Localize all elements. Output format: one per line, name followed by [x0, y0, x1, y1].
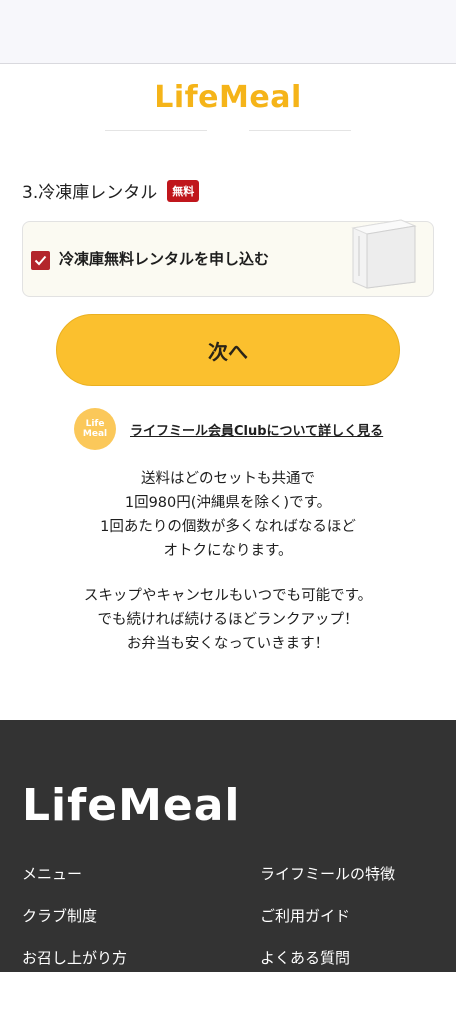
footer-link-club[interactable]: クラブ制度	[22, 905, 97, 926]
info-line: 送料はどのセットも共通で	[141, 471, 315, 487]
info-line: でも続ければ続けるほどランクアップ！	[97, 612, 359, 628]
info-line: オトクになります。	[163, 543, 293, 559]
info-line: 1回あたりの個数が多くなればなるほど	[100, 519, 356, 535]
header-divider-right	[249, 130, 351, 131]
checkmark-icon	[34, 255, 47, 266]
club-logo-line2: Meal	[82, 429, 108, 439]
header-logo[interactable]: LifeMeal	[0, 80, 456, 115]
footer-link-faq[interactable]: よくある質問	[260, 947, 350, 968]
section-title: 3.冷凍庫レンタル 無料	[22, 178, 200, 203]
info-line: お弁当も安くなっていきます！	[126, 636, 330, 652]
footer-link-howto[interactable]: お召し上がり方	[22, 947, 127, 968]
free-badge: 無料	[167, 179, 200, 202]
freezer-rental-option[interactable]: 冷凍庫無料レンタルを申し込む	[22, 219, 434, 297]
club-info-link[interactable]: ライフミール会員Clubについて詳しく見る	[130, 420, 383, 439]
footer-link-menu[interactable]: メニュー	[22, 863, 82, 884]
info-line: 1回980円(沖縄県を除く)です。	[124, 495, 332, 511]
rank-info: スキップやキャンセルもいつでも可能です。 でも続ければ続けるほどランクアップ！ …	[0, 584, 456, 656]
footer-logo[interactable]: LifeMeal	[22, 780, 241, 831]
freezer-icon	[351, 219, 417, 289]
club-link-row[interactable]: Life Meal ライフミール会員Clubについて詳しく見る	[74, 408, 383, 450]
shipping-info: 送料はどのセットも共通で 1回980円(沖縄県を除く)です。 1回あたりの個数が…	[0, 467, 456, 563]
next-button[interactable]: 次へ	[56, 314, 400, 386]
club-logo-line1: Life	[85, 419, 105, 429]
header-divider-left	[105, 130, 207, 131]
info-line: スキップやキャンセルもいつでも可能です。	[83, 588, 373, 604]
status-bar	[0, 0, 456, 64]
bottom-area	[0, 972, 456, 1024]
club-logo-icon: Life Meal	[74, 408, 116, 450]
footer-link-features[interactable]: ライフミールの特徴	[260, 863, 395, 884]
rental-option-label: 冷凍庫無料レンタルを申し込む	[59, 250, 270, 268]
section-title-text: 3.冷凍庫レンタル	[22, 183, 158, 203]
footer: LifeMeal メニュー ライフミールの特徴 クラブ制度 ご利用ガイド お召し…	[0, 720, 456, 972]
footer-link-guide[interactable]: ご利用ガイド	[260, 905, 350, 926]
rental-checkbox[interactable]	[31, 251, 50, 270]
